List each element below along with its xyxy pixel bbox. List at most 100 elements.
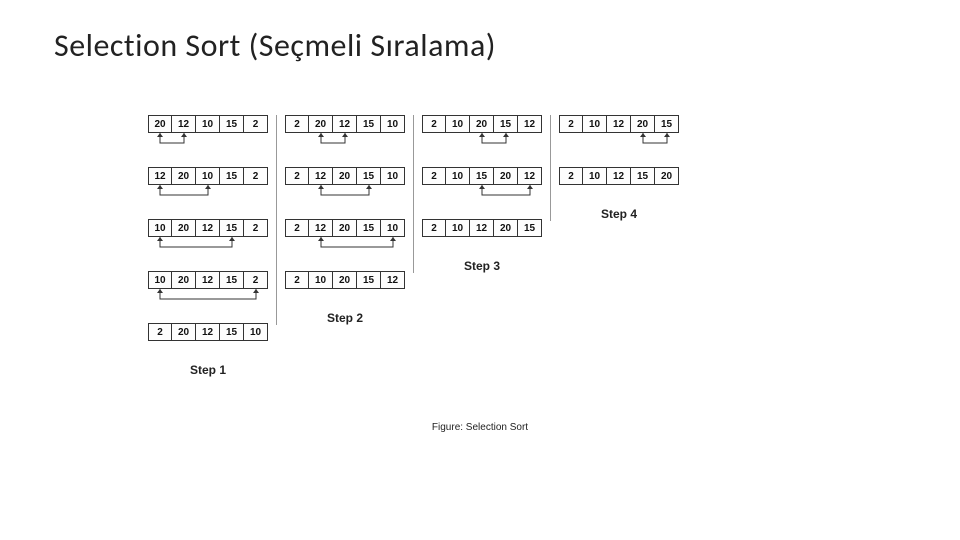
step-label: Step 1 [190, 363, 226, 377]
step-label: Step 4 [601, 207, 637, 221]
array-cell: 20 [631, 115, 655, 133]
array-cell: 2 [244, 271, 268, 289]
array-cell: 12 [309, 167, 333, 185]
array-cell: 12 [333, 115, 357, 133]
array-cell: 10 [381, 167, 405, 185]
array-cell: 2 [422, 115, 446, 133]
array-cell: 12 [518, 115, 542, 133]
array-cell: 12 [148, 167, 172, 185]
array-cell: 15 [631, 167, 655, 185]
array-cell: 15 [357, 167, 381, 185]
array-cell: 20 [172, 271, 196, 289]
array-cell: 12 [607, 115, 631, 133]
figure-caption: Figure: Selection Sort [0, 422, 960, 433]
array-cell: 15 [357, 271, 381, 289]
swap-arrow-icon [285, 133, 405, 149]
array-cell: 20 [333, 271, 357, 289]
array-cell: 15 [220, 219, 244, 237]
array: 102012152 [148, 219, 268, 237]
array-cell: 2 [285, 219, 309, 237]
array-row: 212201510 [285, 219, 405, 253]
array: 220121510 [285, 115, 405, 133]
swap-arrow-icon [148, 289, 268, 305]
array-cell: 15 [220, 323, 244, 341]
array: 220121510 [148, 323, 268, 341]
array-cell: 20 [309, 115, 333, 133]
array: 210122015 [422, 219, 542, 237]
array-cell: 12 [196, 271, 220, 289]
array-cell: 20 [655, 167, 679, 185]
swap-arrow-icon [285, 185, 405, 201]
array-row: 210122015 [559, 115, 679, 149]
step-column: 210201512 210152012 210122015Step 3 [413, 115, 550, 273]
step-label: Step 3 [464, 259, 500, 273]
array-cell: 10 [381, 219, 405, 237]
array-cell: 10 [148, 271, 172, 289]
array-cell: 20 [148, 115, 172, 133]
selection-sort-diagram: 201210152 122010152 102012152 102012152 [140, 115, 840, 377]
array-cell: 12 [470, 219, 494, 237]
swap-arrow-icon [148, 133, 268, 149]
array-cell: 10 [583, 115, 607, 133]
array-cell: 10 [309, 271, 333, 289]
array-cell: 20 [172, 219, 196, 237]
array-row: 212201510 [285, 167, 405, 201]
array-row: 102012152 [148, 271, 268, 305]
array-row: 210201512 [422, 115, 542, 149]
array: 210121520 [559, 167, 679, 185]
array-cell: 10 [446, 219, 470, 237]
swap-arrow-icon [422, 185, 542, 201]
array-cell: 10 [196, 115, 220, 133]
array-row: 201210152 [148, 115, 268, 149]
array-cell: 10 [446, 167, 470, 185]
swap-arrow-icon [148, 237, 268, 253]
swap-arrow-icon [148, 185, 268, 201]
array-cell: 2 [285, 271, 309, 289]
array-cell: 20 [470, 115, 494, 133]
array-cell: 20 [172, 167, 196, 185]
array-cell: 15 [357, 219, 381, 237]
array-row: 122010152 [148, 167, 268, 201]
array-cell: 20 [172, 323, 196, 341]
array-cell: 15 [220, 167, 244, 185]
array-cell: 12 [196, 323, 220, 341]
array-cell: 15 [357, 115, 381, 133]
array-cell: 15 [470, 167, 494, 185]
array-row: 102012152 [148, 219, 268, 253]
array-cell: 12 [518, 167, 542, 185]
array: 122010152 [148, 167, 268, 185]
array-cell: 10 [196, 167, 220, 185]
array-row: 220121510 [285, 115, 405, 149]
array-cell: 15 [220, 271, 244, 289]
array-cell: 20 [333, 167, 357, 185]
array-cell: 10 [244, 323, 268, 341]
array-cell: 12 [607, 167, 631, 185]
swap-arrow-icon [422, 133, 542, 149]
array-cell: 2 [422, 167, 446, 185]
array: 210122015 [559, 115, 679, 133]
array-row: 210201512 [285, 271, 405, 289]
array: 210201512 [422, 115, 542, 133]
array: 102012152 [148, 271, 268, 289]
array-cell: 2 [285, 115, 309, 133]
swap-arrow-icon [285, 237, 405, 253]
array: 212201510 [285, 219, 405, 237]
array-cell: 2 [285, 167, 309, 185]
array-row: 210121520 [559, 167, 679, 185]
array-cell: 10 [381, 115, 405, 133]
array-cell: 12 [196, 219, 220, 237]
array-cell: 2 [244, 115, 268, 133]
array-cell: 10 [446, 115, 470, 133]
array-cell: 12 [172, 115, 196, 133]
array-row: 220121510 [148, 323, 268, 341]
array-cell: 2 [559, 115, 583, 133]
array-cell: 2 [559, 167, 583, 185]
step-label: Step 2 [327, 311, 363, 325]
array: 210201512 [285, 271, 405, 289]
step-column: 201210152 122010152 102012152 102012152 [140, 115, 276, 377]
swap-arrow-icon [559, 133, 679, 149]
array-cell: 15 [655, 115, 679, 133]
array-cell: 15 [518, 219, 542, 237]
array-cell: 2 [422, 219, 446, 237]
array-cell: 20 [333, 219, 357, 237]
